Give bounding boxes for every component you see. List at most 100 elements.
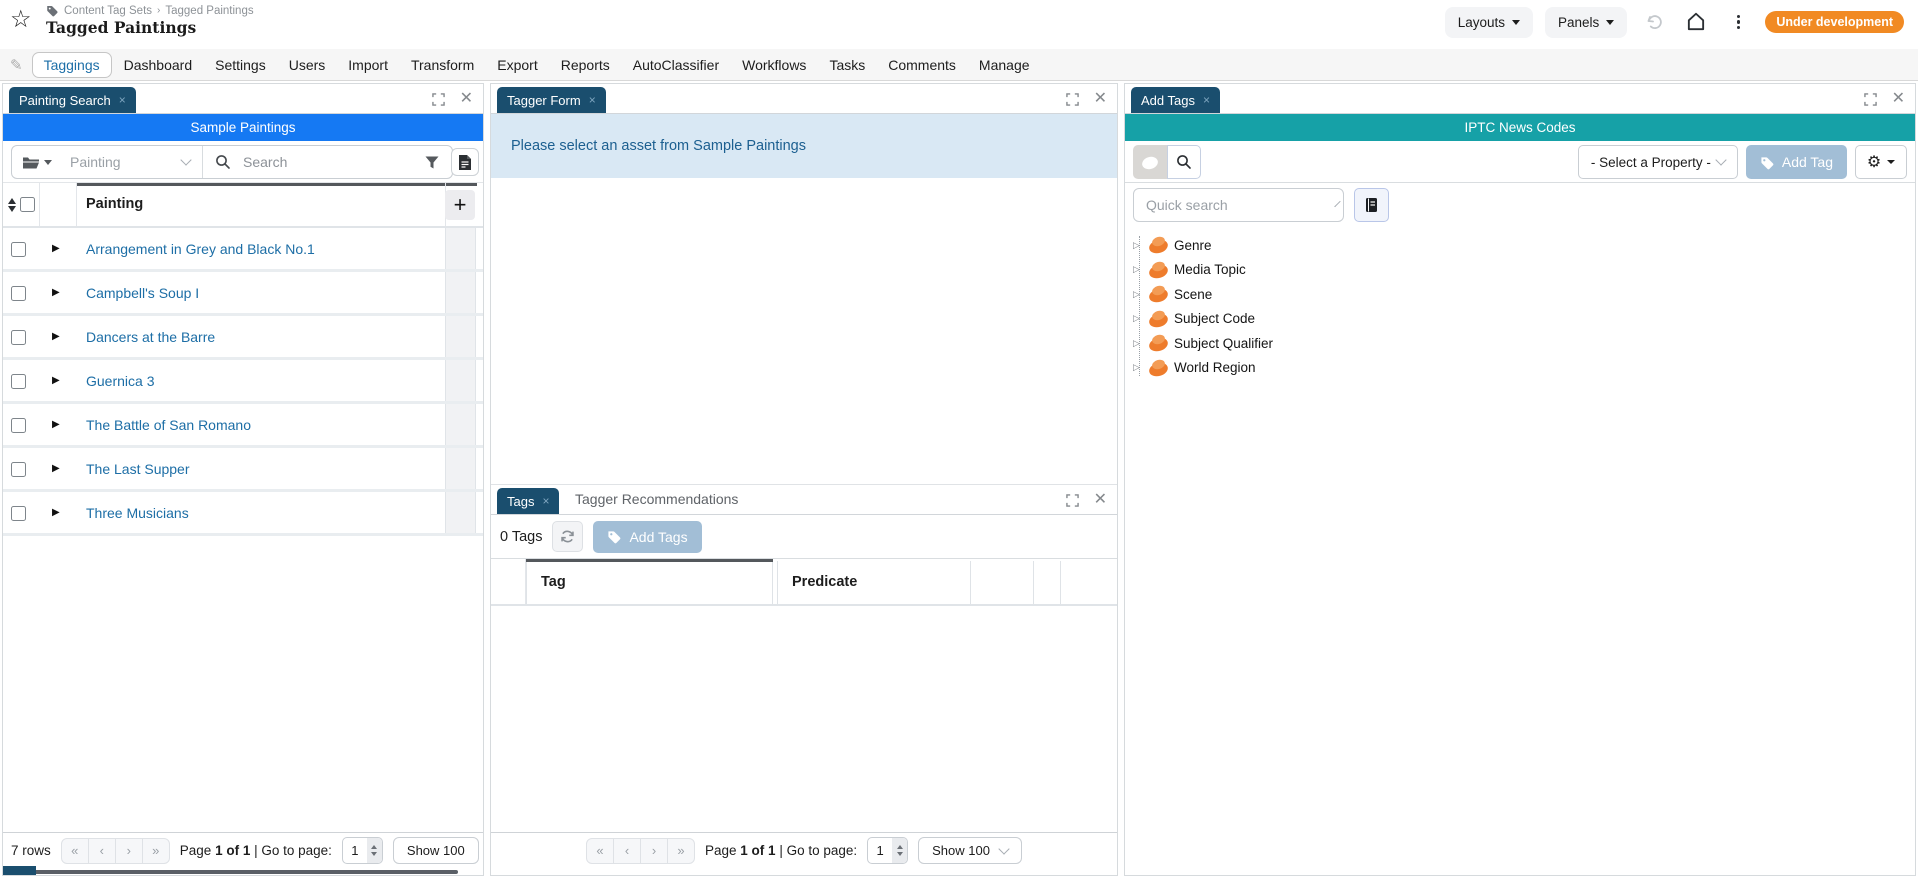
export-list-button[interactable] [451, 148, 479, 176]
layouts-button[interactable]: Layouts [1445, 7, 1533, 38]
nav-tab-reports[interactable]: Reports [550, 53, 621, 77]
tree-item[interactable]: ▷ World Region [1125, 356, 1915, 381]
search-view-button[interactable] [1167, 145, 1201, 179]
nav-tab-autoclassifier[interactable]: AutoClassifier [622, 53, 730, 77]
prev-page-button[interactable]: ‹ [613, 838, 641, 864]
tree-item[interactable]: ▷Media Topic [1125, 258, 1915, 283]
nav-tab-transform[interactable]: Transform [400, 53, 485, 77]
nav-tab-export[interactable]: Export [486, 53, 548, 77]
nav-tab-users[interactable]: Users [278, 53, 337, 77]
tab-tagger-recommendations[interactable]: Tagger Recommendations [575, 491, 738, 507]
row-checkbox[interactable] [11, 242, 26, 257]
first-page-button[interactable]: « [61, 838, 89, 864]
close-icon[interactable]: ✕ [1094, 91, 1107, 107]
tree-item-label[interactable]: Subject Code [1174, 311, 1255, 326]
row-expander-icon[interactable]: ▶ [52, 243, 60, 254]
painting-link[interactable]: The Battle of San Romano [86, 417, 251, 433]
close-icon[interactable]: ✕ [1892, 91, 1905, 107]
property-select[interactable]: - Select a Property - [1578, 145, 1738, 179]
row-expander-icon[interactable]: ▶ [52, 287, 60, 298]
page-number-spinner[interactable]: 1 [867, 837, 908, 864]
nav-tab-import[interactable]: Import [337, 53, 399, 77]
table-row[interactable]: ▶ Guernica 3 [3, 360, 483, 404]
column-header-predicate[interactable]: Predicate [792, 574, 857, 590]
row-expander-icon[interactable]: ▶ [52, 331, 60, 342]
entity-select[interactable]: Painting [12, 146, 203, 178]
tree-item-label[interactable]: World Region [1174, 360, 1256, 375]
next-page-button[interactable]: › [115, 838, 143, 864]
chevron-down-icon[interactable] [1334, 200, 1340, 206]
sort-icon[interactable] [8, 198, 16, 212]
filter-icon[interactable] [424, 155, 440, 170]
painting-link[interactable]: Three Musicians [86, 505, 189, 521]
row-checkbox[interactable] [11, 506, 26, 521]
painting-link[interactable]: Arrangement in Grey and Black No.1 [86, 241, 315, 257]
row-checkbox[interactable] [11, 286, 26, 301]
nav-tab-dashboard[interactable]: Dashboard [113, 53, 204, 77]
search-input[interactable] [243, 154, 424, 170]
next-page-button[interactable]: › [640, 838, 668, 864]
table-row[interactable]: ▶ Campbell's Soup I [3, 272, 483, 316]
tree-item-label[interactable]: Media Topic [1174, 262, 1246, 277]
row-checkbox[interactable] [11, 330, 26, 345]
first-page-button[interactable]: « [586, 838, 614, 864]
nav-tab-settings[interactable]: Settings [204, 53, 277, 77]
expand-icon[interactable] [432, 93, 445, 106]
painting-link[interactable]: Dancers at the Barre [86, 329, 215, 345]
page-size-select[interactable]: Show 100 [918, 837, 1022, 864]
settings-button[interactable]: ⚙ [1855, 145, 1907, 179]
nav-tab-tasks[interactable]: Tasks [818, 53, 876, 77]
tag-view-button[interactable] [1133, 145, 1167, 179]
table-row[interactable]: ▶ Dancers at the Barre [3, 316, 483, 360]
painting-link[interactable]: The Last Supper [86, 461, 190, 477]
nav-tab-manage[interactable]: Manage [968, 53, 1041, 77]
row-checkbox[interactable] [11, 418, 26, 433]
add-column-button[interactable]: + [445, 190, 475, 220]
spinner-arrows[interactable] [367, 838, 382, 863]
row-expander-icon[interactable]: ▶ [52, 375, 60, 386]
horizontal-scrollbar[interactable] [33, 870, 458, 874]
panels-button[interactable]: Panels [1545, 7, 1627, 38]
tree-item[interactable]: ▷ Genre [1125, 233, 1915, 258]
home-button[interactable] [1681, 7, 1711, 37]
tree-item[interactable]: ▷Subject Code [1125, 307, 1915, 332]
tab-close-icon[interactable]: × [542, 494, 549, 508]
tab-painting-search[interactable]: Painting Search × [9, 87, 136, 113]
breadcrumb-root[interactable]: Content Tag Sets [64, 5, 152, 17]
nav-tab-comments[interactable]: Comments [877, 53, 967, 77]
tab-close-icon[interactable]: × [589, 93, 596, 107]
row-expander-icon[interactable]: ▶ [52, 463, 60, 474]
painting-link[interactable]: Guernica 3 [86, 373, 154, 389]
add-tags-button[interactable]: Add Tags [593, 521, 701, 553]
select-all-checkbox[interactable] [20, 197, 35, 212]
last-page-button[interactable]: » [667, 838, 695, 864]
tree-expander-icon[interactable]: ▷ [1133, 240, 1143, 251]
favorite-star-icon[interactable]: ☆ [10, 8, 32, 32]
tree-item[interactable]: ▷Scene [1125, 282, 1915, 307]
tree-item-label[interactable]: Scene [1174, 287, 1212, 302]
painting-link[interactable]: Campbell's Soup I [86, 285, 199, 301]
column-header-tag[interactable]: Tag [541, 574, 566, 590]
more-options-button[interactable] [1723, 7, 1753, 37]
tree-item-label[interactable]: Genre [1174, 238, 1212, 253]
tree-item-label[interactable]: Subject Qualifier [1174, 336, 1273, 351]
add-tag-button[interactable]: Add Tag [1746, 145, 1847, 179]
close-icon[interactable]: ✕ [1094, 492, 1107, 508]
column-header-painting[interactable]: Painting [86, 196, 143, 212]
tree-expander-icon[interactable]: ▷ [1133, 362, 1143, 373]
tab-close-icon[interactable]: × [1203, 93, 1210, 107]
last-page-button[interactable]: » [142, 838, 170, 864]
quick-search-input[interactable] [1146, 197, 1327, 213]
table-row[interactable]: ▶ Three Musicians [3, 492, 483, 536]
nav-tab-workflows[interactable]: Workflows [731, 53, 817, 77]
spinner-arrows[interactable] [892, 838, 907, 863]
page-size-select[interactable]: Show 100 [393, 837, 479, 864]
tab-tagger-form[interactable]: Tagger Form × [497, 87, 606, 113]
row-expander-icon[interactable]: ▶ [52, 419, 60, 430]
nav-tab-taggings[interactable]: Taggings [32, 52, 112, 78]
tree-expander-icon[interactable]: ▷ [1133, 338, 1143, 349]
tab-close-icon[interactable]: × [119, 93, 126, 107]
row-expander-icon[interactable]: ▶ [52, 507, 60, 518]
row-checkbox[interactable] [11, 374, 26, 389]
page-number-spinner[interactable]: 1 [342, 837, 383, 864]
